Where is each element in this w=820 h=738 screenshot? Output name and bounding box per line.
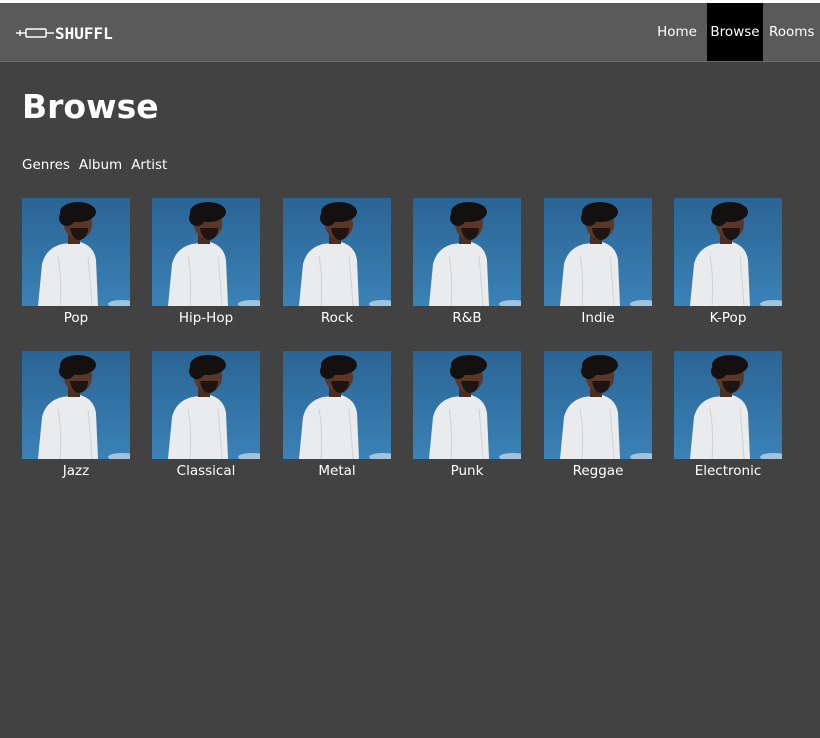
genre-card[interactable]: Indie <box>544 198 674 338</box>
genre-cover-image <box>413 351 521 459</box>
genre-card[interactable]: Electronic <box>674 351 804 491</box>
nav-rooms[interactable]: Rooms <box>763 3 820 61</box>
genre-card[interactable]: Punk <box>413 351 543 491</box>
nav-browse[interactable]: Browse <box>707 3 763 61</box>
genre-cover-image <box>544 351 652 459</box>
genre-label: R&B <box>452 310 482 326</box>
genre-card[interactable]: Rock <box>283 198 413 338</box>
genre-cover-image <box>22 198 130 306</box>
nav-home[interactable]: Home <box>657 3 702 61</box>
tab-album[interactable]: Album <box>79 157 122 173</box>
genre-label: Pop <box>63 310 89 326</box>
tab-genres[interactable]: Genres <box>22 157 70 173</box>
genre-cover-image <box>283 198 391 306</box>
brand-name: SHUFFL <box>55 23 113 43</box>
navbar: SHUFFL Home Browse Rooms <box>0 3 820 62</box>
tab-artist[interactable]: Artist <box>131 157 167 173</box>
genre-cover-image <box>544 198 652 306</box>
genre-label: Hip-Hop <box>178 310 234 326</box>
genre-label: Metal <box>318 463 356 479</box>
genre-label: Classical <box>176 463 236 479</box>
genre-card[interactable]: Hip-Hop <box>152 198 282 338</box>
genre-cover-image <box>674 198 782 306</box>
genre-card[interactable]: Classical <box>152 351 282 491</box>
genre-cover-image <box>413 198 521 306</box>
genre-card[interactable]: K-Pop <box>674 198 804 338</box>
page: SHUFFL Home Browse Rooms Browse Genres A… <box>0 3 820 738</box>
genre-label: Punk <box>450 463 484 479</box>
genre-cover-image <box>22 351 130 459</box>
genre-label: K-Pop <box>709 310 747 326</box>
browse-tabs: Genres Album Artist <box>22 157 167 173</box>
genre-cover-image <box>152 198 260 306</box>
genre-label: Indie <box>581 310 615 326</box>
genre-cover-image <box>674 351 782 459</box>
plug-icon <box>16 28 54 38</box>
genre-label: Reggae <box>572 463 624 479</box>
genre-label: Jazz <box>62 463 90 479</box>
genre-label: Electronic <box>694 463 762 479</box>
brand-logo[interactable]: SHUFFL <box>16 23 113 43</box>
genre-card[interactable]: Reggae <box>544 351 674 491</box>
main-nav: Home Browse Rooms <box>657 3 820 61</box>
genre-cover-image <box>283 351 391 459</box>
genre-label: Rock <box>320 310 354 326</box>
genre-cover-image <box>152 351 260 459</box>
genre-card[interactable]: Pop <box>22 198 152 338</box>
genre-card[interactable]: Metal <box>283 351 413 491</box>
genre-card[interactable]: R&B <box>413 198 543 338</box>
genre-card[interactable]: Jazz <box>22 351 152 491</box>
page-title: Browse <box>22 87 159 126</box>
